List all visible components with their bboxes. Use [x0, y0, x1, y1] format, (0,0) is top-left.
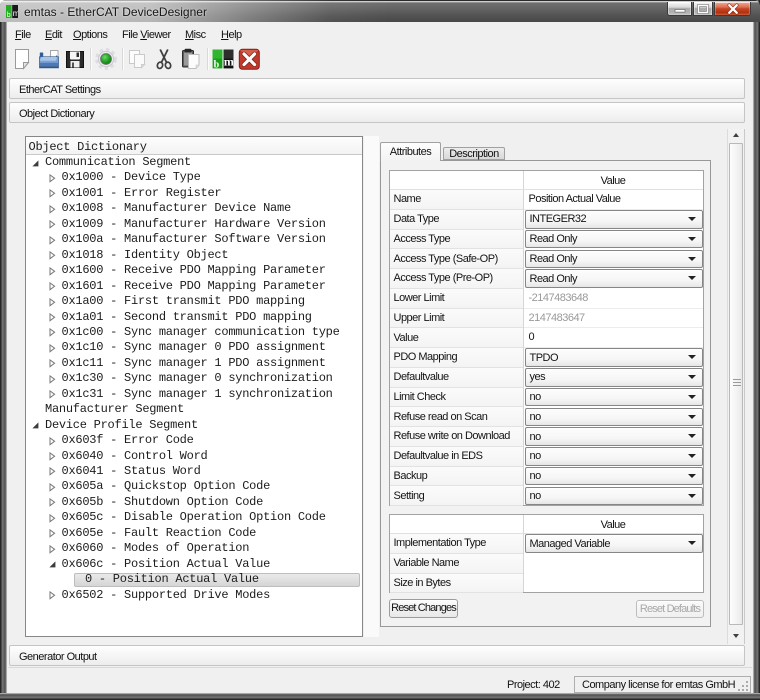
- svg-text:b: b: [213, 60, 219, 70]
- svg-text:m: m: [13, 9, 18, 18]
- svg-text:m: m: [223, 54, 233, 68]
- svg-text:b: b: [7, 12, 11, 18]
